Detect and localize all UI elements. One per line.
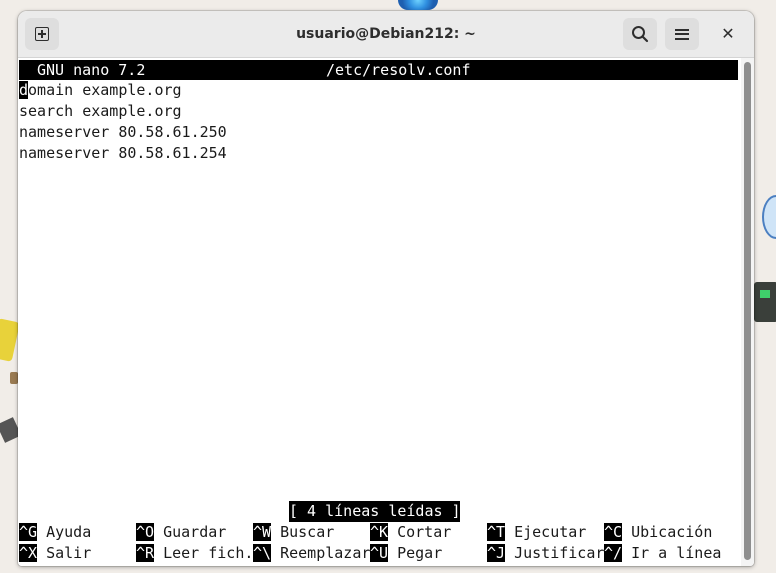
shortcut-label: Ejecutar <box>505 523 587 541</box>
desktop-wallpaper-element <box>0 318 20 362</box>
new-tab-button[interactable] <box>25 18 59 50</box>
shortcut-help[interactable]: ^G Ayuda <box>19 522 91 543</box>
shortcut-key: ^\ <box>253 544 272 562</box>
shortcut-key: ^T <box>487 523 506 541</box>
shortcut-key: ^K <box>370 523 389 541</box>
shortcut-search[interactable]: ^W Buscar <box>253 522 334 543</box>
file-line-text: omain example.org <box>28 81 182 99</box>
nano-version: GNU nano 7.2 <box>37 61 146 79</box>
file-line[interactable]: domain example.org <box>19 80 182 101</box>
new-tab-icon <box>35 27 49 41</box>
terminal-scrollbar[interactable] <box>741 58 754 566</box>
close-button[interactable]: ✕ <box>715 21 741 47</box>
shortcut-key: ^U <box>370 544 389 562</box>
text-cursor: d <box>19 81 29 99</box>
shortcut-cut[interactable]: ^K Cortar <box>370 522 451 543</box>
shortcut-exit[interactable]: ^X Salir <box>19 543 91 564</box>
shortcut-read-file[interactable]: ^R Leer fich. <box>136 543 253 564</box>
close-icon: ✕ <box>721 24 735 43</box>
shortcut-execute[interactable]: ^T Ejecutar <box>487 522 586 543</box>
scrollbar-thumb[interactable] <box>744 62 751 560</box>
shortcut-justify[interactable]: ^J Justificar <box>487 543 604 564</box>
nano-file-name: /etc/resolv.conf <box>326 61 471 79</box>
shortcut-key: ^R <box>136 544 155 562</box>
shortcut-paste[interactable]: ^U Pegar <box>370 543 442 564</box>
hamburger-menu-icon <box>675 28 689 40</box>
shortcut-label: Leer fich. <box>154 544 254 562</box>
shortcut-key: ^X <box>19 544 38 562</box>
shortcut-label: Ayuda <box>37 523 92 541</box>
window-titlebar[interactable]: usuario@Debian212: ~ ✕ <box>18 11 754 58</box>
shortcut-key: ^G <box>19 523 38 541</box>
nano-title-bar: GNU nano 7.2 /etc/resolv.conf <box>19 60 738 80</box>
shortcut-save[interactable]: ^O Guardar <box>136 522 226 543</box>
shortcut-label: Ir a línea <box>622 544 722 562</box>
shortcut-label: Salir <box>37 544 92 562</box>
file-line[interactable]: nameserver 80.58.61.254 <box>19 143 227 164</box>
shortcut-label: Cortar <box>388 523 452 541</box>
shortcut-replace[interactable]: ^\ Reemplazar <box>253 543 370 564</box>
search-button[interactable] <box>623 18 657 50</box>
shortcut-key: ^O <box>136 523 155 541</box>
nano-status-message: [ 4 líneas leídas ] <box>289 501 461 522</box>
file-line[interactable]: nameserver 80.58.61.250 <box>19 122 227 143</box>
desktop-wallpaper-element <box>754 282 776 322</box>
desktop-wallpaper-element <box>760 290 770 298</box>
desktop-wallpaper-element <box>762 195 776 239</box>
shortcut-label: Reemplazar <box>271 544 371 562</box>
shortcut-label: Ubicación <box>622 523 713 541</box>
terminal-window: usuario@Debian212: ~ ✕ GNU nano 7.2 /etc… <box>18 11 754 566</box>
shortcut-location[interactable]: ^C Ubicación <box>604 522 712 543</box>
shortcut-label: Pegar <box>388 544 443 562</box>
terminal-area[interactable]: GNU nano 7.2 /etc/resolv.conf domain exa… <box>18 58 740 566</box>
shortcut-label: Justificar <box>505 544 605 562</box>
desktop-wallpaper-element <box>398 0 438 10</box>
shortcut-label: Guardar <box>154 523 227 541</box>
shortcut-key: ^C <box>604 523 623 541</box>
shortcut-key: ^W <box>253 523 272 541</box>
shortcut-key: ^/ <box>604 544 623 562</box>
shortcut-label: Buscar <box>271 523 335 541</box>
search-icon <box>632 26 649 43</box>
main-menu-button[interactable] <box>665 18 699 50</box>
shortcut-key: ^J <box>487 544 506 562</box>
file-line[interactable]: search example.org <box>19 101 182 122</box>
desktop-wallpaper-element <box>10 372 18 384</box>
shortcut-go-to-line[interactable]: ^/ Ir a línea <box>604 543 721 564</box>
